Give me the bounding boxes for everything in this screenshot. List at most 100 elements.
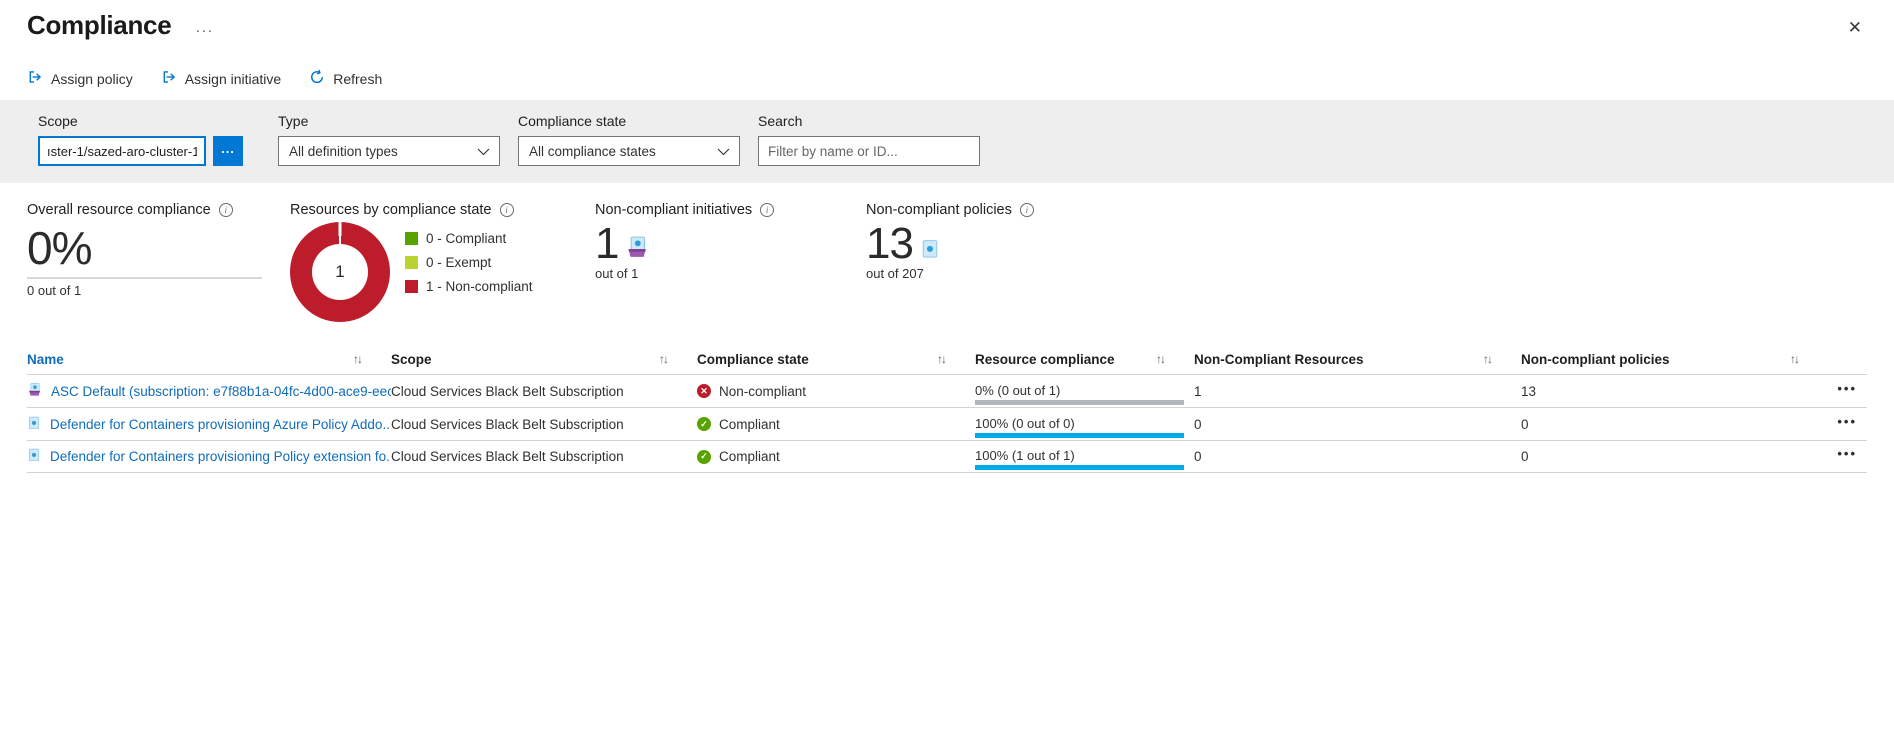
policy-icon bbox=[27, 448, 41, 465]
column-header-scope[interactable]: Scope ↑↓ bbox=[391, 352, 697, 367]
table-row: Defender for Containers provisioning Azu… bbox=[27, 407, 1867, 440]
legend-swatch-compliant bbox=[405, 232, 418, 245]
overall-compliance-card: Overall resource compliance i 0% 0 out o… bbox=[27, 202, 290, 322]
assignment-link[interactable]: Defender for Containers provisioning Pol… bbox=[27, 448, 391, 465]
row-context-menu-icon[interactable]: ••• bbox=[1837, 381, 1867, 402]
type-dropdown[interactable]: All definition types bbox=[278, 136, 500, 166]
column-header-non-compliant-resources[interactable]: Non-Compliant Resources ↑↓ bbox=[1194, 352, 1521, 367]
non-compliant-resources-cell: 1 bbox=[1194, 384, 1521, 399]
type-dropdown-value: All definition types bbox=[289, 144, 398, 159]
search-input[interactable] bbox=[758, 136, 980, 166]
table-header: Name ↑↓ Scope ↑↓ Compliance state ↑↓ Res… bbox=[27, 344, 1867, 374]
more-menu-button[interactable]: ··· bbox=[195, 22, 213, 39]
legend-swatch-non-compliant bbox=[405, 280, 418, 293]
column-header-compliance-state[interactable]: Compliance state ↑↓ bbox=[697, 352, 975, 367]
info-icon[interactable]: i bbox=[1020, 203, 1034, 217]
state-label: Non-compliant bbox=[719, 384, 806, 399]
scope-browse-button[interactable]: ... bbox=[213, 136, 243, 166]
sort-icon[interactable]: ↑↓ bbox=[659, 352, 667, 366]
refresh-button[interactable]: Refresh bbox=[309, 69, 382, 88]
assignment-link[interactable]: Defender for Containers provisioning Azu… bbox=[27, 416, 391, 433]
overall-compliance-caption: 0 out of 1 bbox=[27, 283, 290, 298]
legend-label: 0 - Compliant bbox=[426, 231, 506, 246]
non-compliant-policies-cell: 13 bbox=[1521, 384, 1828, 399]
table-row: ASC Default (subscription: e7f88b1a-04fc… bbox=[27, 374, 1867, 407]
state-label: Compliant bbox=[719, 417, 780, 432]
compliance-state-cell: ✓ Compliant bbox=[697, 449, 975, 464]
info-icon[interactable]: i bbox=[219, 203, 233, 217]
overall-compliance-bar bbox=[27, 277, 262, 279]
non-compliant-policies-cell: 0 bbox=[1521, 417, 1828, 432]
title-bar: Compliance ··· ✕ bbox=[0, 0, 1894, 41]
scope-input[interactable] bbox=[38, 136, 206, 166]
assign-policy-button[interactable]: Assign policy bbox=[27, 69, 133, 88]
non-compliant-initiatives-caption: out of 1 bbox=[595, 266, 866, 281]
resource-compliance-text: 100% (1 out of 1) bbox=[975, 448, 1194, 463]
resource-compliance-bar bbox=[975, 433, 1184, 438]
assign-policy-label: Assign policy bbox=[51, 71, 133, 87]
search-filter: Search bbox=[758, 113, 998, 166]
non-compliant-policies-value: 13 bbox=[866, 222, 913, 266]
overall-compliance-percent: 0% bbox=[27, 224, 290, 274]
type-label: Type bbox=[278, 113, 518, 129]
initiative-icon bbox=[625, 235, 649, 262]
row-context-menu-icon[interactable]: ••• bbox=[1837, 446, 1867, 467]
scope-cell: Cloud Services Black Belt Subscription bbox=[391, 417, 697, 432]
page-title: Compliance bbox=[27, 10, 171, 41]
compliance-state-cell: ✕ Non-compliant bbox=[697, 384, 975, 399]
type-filter: Type All definition types bbox=[278, 113, 518, 166]
assign-initiative-label: Assign initiative bbox=[185, 71, 282, 87]
close-icon[interactable]: ✕ bbox=[1842, 16, 1868, 40]
search-label: Search bbox=[758, 113, 998, 129]
refresh-label: Refresh bbox=[333, 71, 382, 87]
non-compliant-policies-card: Non-compliant policies i 13 out of 207 bbox=[866, 202, 1034, 322]
compliance-state-cell: ✓ Compliant bbox=[697, 417, 975, 432]
resources-by-state-title: Resources by compliance state bbox=[290, 202, 492, 218]
summary-section: Overall resource compliance i 0% 0 out o… bbox=[0, 183, 1894, 322]
sort-icon[interactable]: ↑↓ bbox=[1790, 352, 1798, 366]
info-icon[interactable]: i bbox=[760, 203, 774, 217]
sort-icon[interactable]: ↑↓ bbox=[937, 352, 945, 366]
non-compliant-policies-title: Non-compliant policies bbox=[866, 202, 1012, 218]
non-compliant-policies-caption: out of 207 bbox=[866, 266, 1034, 281]
scope-filter: Scope ... bbox=[38, 113, 278, 166]
resource-compliance-text: 0% (0 out of 1) bbox=[975, 383, 1194, 398]
column-header-non-compliant-policies[interactable]: Non-compliant policies ↑↓ bbox=[1521, 352, 1828, 367]
compliant-icon: ✓ bbox=[697, 450, 711, 464]
legend-label: 0 - Exempt bbox=[426, 255, 491, 270]
resource-compliance-cell: 100% (1 out of 1) bbox=[975, 441, 1194, 472]
compliance-state-dropdown-value: All compliance states bbox=[529, 144, 656, 159]
assign-policy-icon bbox=[27, 69, 43, 88]
non-compliant-initiatives-card: Non-compliant initiatives i 1 out of 1 bbox=[595, 202, 866, 322]
legend-item-non-compliant: 1 - Non-compliant bbox=[405, 279, 533, 294]
sort-icon[interactable]: ↑↓ bbox=[1483, 352, 1491, 366]
compliance-state-dropdown[interactable]: All compliance states bbox=[518, 136, 740, 166]
assignment-link[interactable]: ASC Default (subscription: e7f88b1a-04fc… bbox=[27, 382, 391, 400]
assign-initiative-button[interactable]: Assign initiative bbox=[161, 69, 282, 88]
sort-icon[interactable]: ↑↓ bbox=[353, 352, 361, 366]
assignment-name: Defender for Containers provisioning Pol… bbox=[50, 449, 391, 464]
assign-initiative-icon bbox=[161, 69, 177, 88]
column-header-name[interactable]: Name ↑↓ bbox=[27, 352, 391, 367]
donut-center-value: 1 bbox=[335, 262, 344, 282]
sort-icon[interactable]: ↑↓ bbox=[1156, 352, 1164, 366]
initiative-icon bbox=[27, 382, 42, 400]
row-context-menu-icon[interactable]: ••• bbox=[1837, 414, 1867, 435]
compliant-icon: ✓ bbox=[697, 417, 711, 431]
column-header-resource-compliance[interactable]: Resource compliance ↑↓ bbox=[975, 352, 1194, 367]
non-compliant-icon: ✕ bbox=[697, 384, 711, 398]
legend-label: 1 - Non-compliant bbox=[426, 279, 533, 294]
legend-item-compliant: 0 - Compliant bbox=[405, 231, 533, 246]
resource-compliance-cell: 0% (0 out of 1) bbox=[975, 375, 1194, 407]
scope-label: Scope bbox=[38, 113, 278, 129]
assignment-name: ASC Default (subscription: e7f88b1a-04fc… bbox=[51, 384, 391, 399]
info-icon[interactable]: i bbox=[500, 203, 514, 217]
policy-icon bbox=[920, 239, 940, 262]
compliance-state-filter: Compliance state All compliance states bbox=[518, 113, 758, 166]
policy-icon bbox=[27, 416, 41, 433]
non-compliant-resources-cell: 0 bbox=[1194, 449, 1521, 464]
assignment-name: Defender for Containers provisioning Azu… bbox=[50, 417, 391, 432]
table-row: Defender for Containers provisioning Pol… bbox=[27, 440, 1867, 473]
compliance-donut-chart: 1 bbox=[290, 222, 390, 322]
chevron-down-icon bbox=[717, 144, 730, 159]
